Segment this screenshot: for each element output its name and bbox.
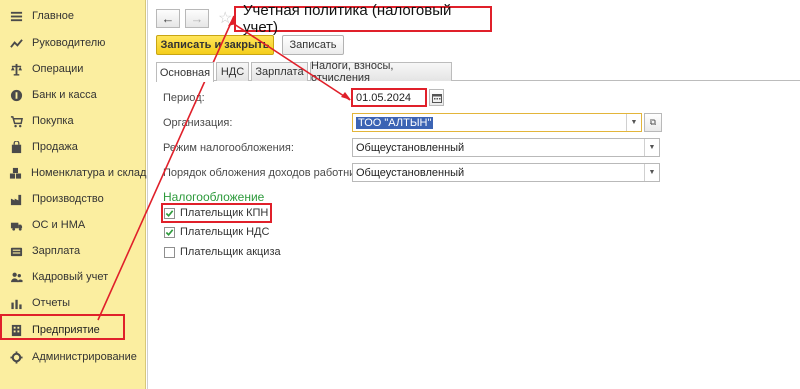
open-link-icon: ⧉ [649,117,657,127]
sidebar-item-label: Администрирование [32,351,137,363]
wallet-icon [9,244,23,258]
checkbox-label: Плательщик НДС [180,226,270,238]
chart-icon [9,296,23,310]
page-title: Учетная политика (налоговый учет) [234,2,492,36]
sidebar-item-label: Производство [32,193,104,205]
organization-label: Организация: [163,117,233,129]
sidebar-item-label: Банк и касса [32,89,97,101]
checkbox-unchecked-icon[interactable] [164,246,175,258]
period-input[interactable]: 01.05.2024 [351,88,427,107]
sidebar-item-production[interactable]: Производство [0,187,146,211]
tax-regime-select[interactable]: Общеустановленный ▼ [352,138,660,157]
sidebar-item-label: Зарплата [32,245,81,257]
chevron-down-icon[interactable]: ▼ [626,114,641,131]
chevron-down-icon[interactable]: ▼ [644,139,659,156]
cart-icon [9,114,23,128]
sidebar-item-admin[interactable]: Администрирование [0,345,146,369]
forward-button[interactable]: → [185,9,209,28]
sidebar-item-operations[interactable]: Операции [0,57,146,81]
sidebar-item-label: Продажа [32,141,78,153]
annotation-highlight-cit [161,203,272,223]
sidebar-item-label: Покупка [32,115,74,127]
balance-icon [9,62,23,76]
truck-icon [9,218,23,232]
people-icon [9,270,23,284]
arrow-left-icon: ← [161,11,175,26]
back-button[interactable]: ← [156,9,180,28]
boxes-icon [9,166,22,180]
excise-payer-checkbox[interactable]: Плательщик акциза [164,244,281,260]
chevron-down-icon[interactable]: ▼ [644,164,659,181]
sidebar-item-hr[interactable]: Кадровый учет [0,265,146,289]
income-tax-value: Общеустановленный [356,166,465,179]
calendar-icon [431,93,442,103]
sidebar-item-salary[interactable]: Зарплата [0,239,146,263]
organization-input[interactable]: ТОО "АЛТЫН" ▼ [352,113,642,132]
period-label: Период: [163,92,205,104]
organization-value: ТОО "АЛТЫН" [356,116,434,129]
checkbox-label: Плательщик акциза [180,246,281,258]
calendar-button[interactable] [429,89,444,106]
sidebar-item-label: Номенклатура и склад [31,167,147,179]
bag-icon [9,140,23,154]
sidebar-item-label: Главное [32,10,75,22]
checkbox-checked-icon[interactable] [164,226,175,238]
tab-vat[interactable]: НДС [216,62,249,81]
arrow-right-icon: → [190,11,204,26]
sidebar-item-nomenclature[interactable]: Номенклатура и склад [0,161,146,185]
sidebar-item-label: ОС и НМА [32,219,86,231]
sidebar-item-main[interactable]: Главное [0,4,146,28]
favorite-star-icon[interactable]: ☆ [218,8,232,28]
tax-regime-value: Общеустановленный [356,141,465,154]
save-and-close-button[interactable]: Записать и закрыть [156,35,274,55]
save-button[interactable]: Записать [282,35,344,55]
sidebar-item-label: Операции [32,63,84,75]
sidebar-item-label: Кадровый учет [32,271,109,283]
vat-payer-checkbox[interactable]: Плательщик НДС [164,224,269,240]
sidebar-item-assets[interactable]: ОС и НМА [0,213,146,237]
sidebar-item-sales[interactable]: Продажа [0,135,146,159]
coin-icon [9,88,23,102]
tab-salary[interactable]: Зарплата [251,62,308,81]
tab-taxes[interactable]: Налоги, взносы, отчисления [310,60,452,84]
period-value: 01.05.2024 [356,91,412,104]
tax-regime-label: Режим налогообложения: [163,142,294,154]
gear-icon [9,350,23,364]
page-title-text: Учетная политика (налоговый учет) [243,2,452,36]
tab-main[interactable]: Основная [156,62,214,82]
income-tax-label: Порядок обложения доходов работников: [163,167,376,179]
sidebar-item-reports[interactable]: Отчеты [0,291,146,315]
open-organization-button[interactable]: ⧉ [644,113,662,132]
sidebar-item-label: Руководителю [32,37,106,49]
income-tax-select[interactable]: Общеустановленный ▼ [352,163,660,182]
annotation-highlight-enterprise [0,314,125,340]
taxation-section-title: Налогообложение [163,190,265,204]
sidebar-item-bank[interactable]: Банк и касса [0,83,146,107]
sidebar-item-manager[interactable]: Руководителю [0,31,146,55]
factory-icon [9,192,23,206]
menu-icon [9,9,23,23]
sidebar-item-label: Отчеты [32,297,71,309]
trend-icon [9,36,23,50]
sidebar-item-purchase[interactable]: Покупка [0,109,146,133]
